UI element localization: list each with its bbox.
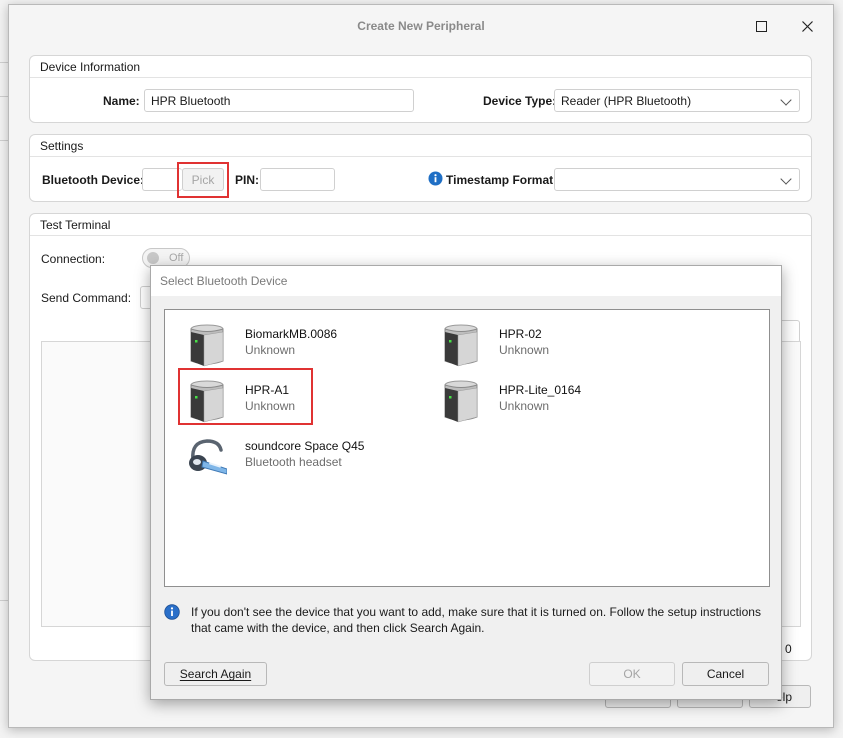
headset-icon [189, 439, 227, 475]
device-type-dropdown[interactable]: Reader (HPR Bluetooth) [554, 89, 800, 112]
search-again-button[interactable]: Search Again [164, 662, 267, 686]
group-title: Settings [30, 135, 811, 157]
device-type-label: Device Type: [483, 94, 557, 108]
name-input[interactable]: HPR Bluetooth [144, 89, 414, 112]
timestamp-format-dropdown[interactable] [554, 168, 800, 191]
device-type-value: Reader (HPR Bluetooth) [561, 94, 692, 108]
pick-button[interactable]: Pick [182, 168, 224, 191]
send-command-label: Send Command: [41, 291, 132, 305]
window-titlebar: Create New Peripheral [9, 5, 833, 45]
device-name: BiomarkMB.0086 [245, 327, 338, 341]
maximize-button[interactable] [747, 13, 775, 39]
pin-input[interactable] [260, 168, 335, 191]
close-button[interactable] [793, 13, 821, 39]
device-status: Unknown [499, 399, 550, 413]
timestamp-format-label: Timestamp Format: [446, 173, 558, 187]
device-name: HPR-02 [499, 327, 542, 341]
device-item-hpr-a1[interactable]: HPR-A1 Unknown [187, 380, 407, 428]
info-icon [164, 604, 180, 620]
close-icon [801, 20, 813, 32]
device-item-hpr-lite[interactable]: HPR-Lite_0164 Unknown [441, 380, 661, 428]
info-icon [428, 171, 443, 186]
device-item-biomarkmb[interactable]: BiomarkMB.0086 Unknown [187, 324, 407, 372]
toggle-knob [147, 252, 159, 264]
device-name: HPR-Lite_0164 [499, 383, 582, 397]
window-title: Create New Peripheral [357, 19, 485, 33]
device-status: Bluetooth headset [245, 455, 342, 469]
reader-device-icon [444, 324, 478, 367]
dialog-title: Select Bluetooth Device [160, 274, 288, 288]
group-title: Test Terminal [30, 214, 811, 236]
chevron-down-icon [780, 173, 792, 185]
name-label: Name: [103, 94, 140, 108]
connection-label: Connection: [41, 252, 106, 266]
device-status: Unknown [499, 343, 550, 357]
reader-device-icon [444, 380, 478, 423]
toggle-state-text: Off [169, 252, 184, 264]
device-status: Unknown [245, 399, 296, 413]
reader-device-icon [190, 324, 224, 367]
device-item-hpr-02[interactable]: HPR-02 Unknown [441, 324, 661, 372]
search-again-label: Search Again [179, 667, 252, 681]
settings-group: Settings Bluetooth Device: Pick PIN: Tim… [29, 134, 812, 202]
pin-label: PIN: [235, 173, 259, 187]
device-item-soundcore[interactable]: soundcore Space Q45 Bluetooth headset [187, 436, 407, 484]
cancel-button[interactable]: Cancel [682, 662, 769, 686]
device-status: Unknown [245, 343, 296, 357]
group-title: Device Information [30, 56, 811, 78]
dialog-titlebar: Select Bluetooth Device [151, 266, 781, 296]
ok-button[interactable]: OK [589, 662, 675, 686]
device-name: soundcore Space Q45 [245, 439, 365, 453]
byte-count-partial: 0 [785, 642, 792, 656]
device-name: HPR-A1 [245, 383, 290, 397]
select-bluetooth-device-dialog: Select Bluetooth Device BiomarkMB.0086 U… [150, 265, 782, 700]
bluetooth-device-field[interactable] [142, 168, 182, 191]
chevron-down-icon [780, 94, 792, 106]
reader-device-icon [190, 380, 224, 423]
device-list[interactable]: BiomarkMB.0086 Unknown HPR-02 Unknown HP… [164, 309, 770, 587]
maximize-icon [755, 20, 767, 32]
device-information-group: Device Information Name: HPR Bluetooth D… [29, 55, 812, 123]
dialog-info-text: If you don't see the device that you wan… [191, 605, 761, 635]
bluetooth-device-label: Bluetooth Device: [42, 173, 145, 187]
